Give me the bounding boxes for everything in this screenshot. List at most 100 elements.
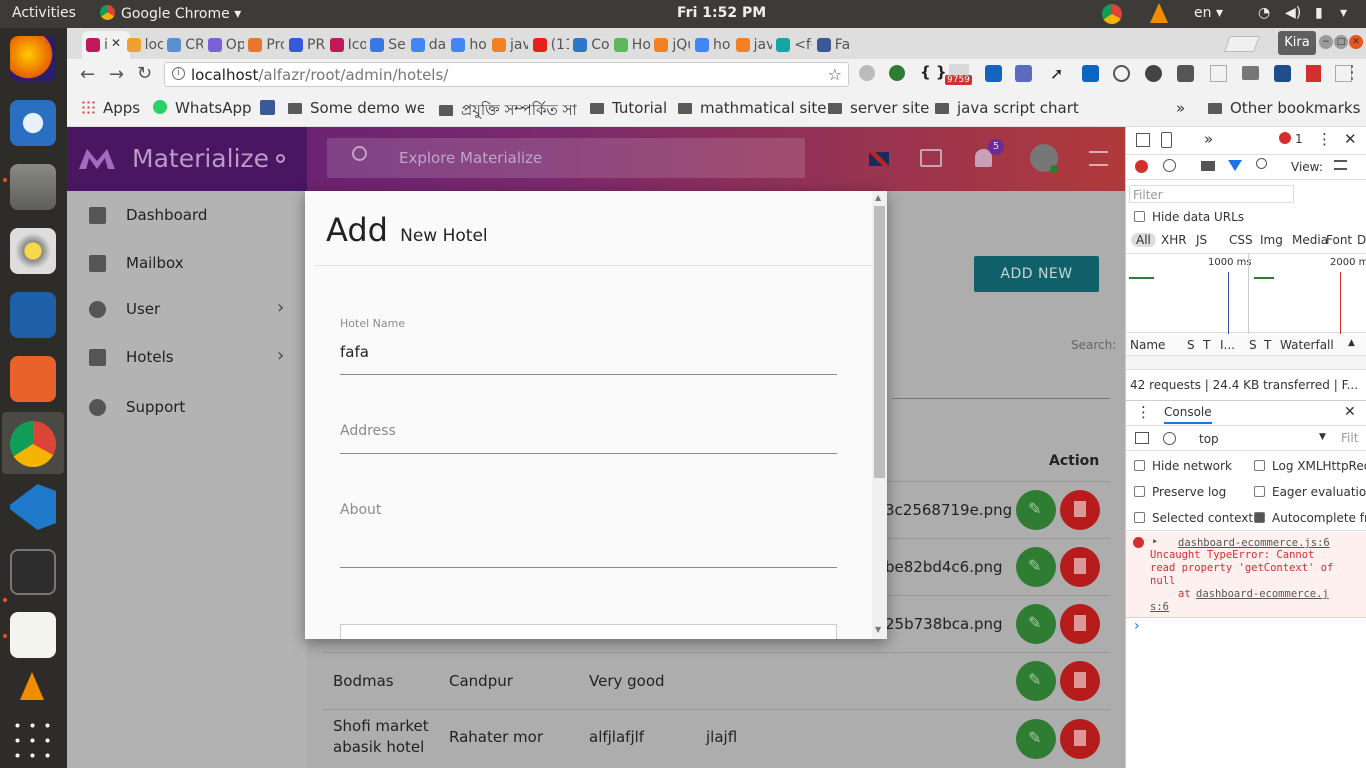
checkbox-checked[interactable] <box>1254 512 1265 523</box>
close-devtools-icon[interactable]: ✕ <box>1344 130 1357 148</box>
type-filter-all[interactable]: All <box>1131 233 1156 247</box>
chrome-tray-icon[interactable] <box>1102 4 1122 24</box>
selected-context-option[interactable]: Selected context <box>1134 511 1253 525</box>
bookmarks-overflow[interactable]: » <box>1176 99 1185 117</box>
editor-box[interactable] <box>340 624 837 639</box>
type-filter-font[interactable]: Font <box>1326 233 1352 247</box>
extension-chat-icon[interactable] <box>1177 65 1194 82</box>
close-tab-icon[interactable]: ✕ <box>111 36 121 50</box>
browser-tab[interactable]: <fo <box>772 31 812 59</box>
bookmark-some-demo[interactable]: Some demo web <box>288 99 424 117</box>
info-icon[interactable]: i <box>172 67 185 80</box>
software-icon[interactable] <box>10 356 56 402</box>
scrollbar-thumb[interactable] <box>874 206 885 478</box>
sort-ascending-icon[interactable]: ▲ <box>1348 338 1355 348</box>
drawer-menu-icon[interactable]: ⋮ <box>1136 403 1151 421</box>
record-icon[interactable] <box>1135 160 1148 173</box>
new-tab-button[interactable] <box>1224 36 1260 52</box>
wifi-icon[interactable]: ◔ <box>1258 5 1270 21</box>
maximize-icon[interactable]: □ <box>1334 35 1348 49</box>
star-icon[interactable]: ☆ <box>828 65 842 84</box>
browser-tab[interactable]: hov <box>447 31 487 59</box>
list-view-icon[interactable] <box>1334 160 1347 170</box>
browser-tab[interactable]: Ho <box>610 31 650 59</box>
filter-icon[interactable] <box>1228 160 1242 171</box>
edit-button[interactable]: ✎ <box>1016 719 1056 759</box>
checkbox[interactable] <box>1134 512 1145 523</box>
column-header[interactable]: Name <box>1130 338 1165 352</box>
vlc-tray-icon[interactable] <box>1150 3 1168 23</box>
thunderbird-icon[interactable] <box>10 100 56 146</box>
browser-tab[interactable]: Co <box>569 31 609 59</box>
vlc-icon[interactable] <box>20 672 44 700</box>
search-box[interactable]: Explore Materialize <box>327 138 805 178</box>
delete-button[interactable] <box>1060 661 1100 701</box>
edit-button[interactable]: ✎ <box>1016 661 1056 701</box>
console-prompt[interactable]: › <box>1134 618 1140 634</box>
column-header[interactable]: T <box>1264 338 1271 352</box>
browser-tab[interactable]: Op <box>204 31 244 59</box>
app-menu[interactable]: Google Chrome ▾ <box>100 5 241 22</box>
close-drawer-icon[interactable]: ✕ <box>1344 404 1356 420</box>
bookmark-facebook[interactable] <box>260 99 275 117</box>
extension-cursor-icon[interactable]: ➚ <box>1050 64 1063 83</box>
extension-box-icon[interactable] <box>1210 65 1227 82</box>
terminal-icon[interactable] <box>10 549 56 595</box>
type-filter-img[interactable]: Img <box>1260 233 1283 247</box>
activities-button[interactable]: Activities <box>12 5 76 21</box>
column-header[interactable]: Waterfall <box>1280 338 1334 352</box>
add-new-button[interactable]: ADD NEW <box>974 256 1099 292</box>
text-editor-icon[interactable] <box>10 612 56 658</box>
hide-network-option[interactable]: Hide network <box>1134 459 1232 473</box>
error-source-link[interactable]: dashboard-ecommerce.js:6 <box>1178 537 1330 549</box>
address-bar[interactable]: i localhost/alfazr/root/admin/hotels/ ☆ <box>164 62 849 87</box>
sidebar-item-hotels[interactable]: Hotels › <box>89 345 289 371</box>
browser-tab[interactable]: jav <box>732 31 772 59</box>
forward-icon[interactable]: → <box>109 64 124 85</box>
column-header[interactable]: I... <box>1220 338 1235 352</box>
vscode-icon[interactable] <box>10 484 56 530</box>
browser-tab[interactable]: Ico <box>326 31 366 59</box>
delete-button[interactable] <box>1060 719 1100 759</box>
extension-shield-icon[interactable] <box>1274 65 1291 82</box>
extension-globe-icon[interactable] <box>859 65 875 81</box>
browser-tab[interactable]: PR <box>285 31 325 59</box>
browser-tab[interactable]: Set <box>366 31 406 59</box>
filter-input[interactable]: Filter <box>1129 185 1294 203</box>
checkbox[interactable] <box>1134 211 1145 222</box>
inspect-icon[interactable] <box>1136 133 1150 147</box>
bookmark-math[interactable]: mathmatical site <box>678 99 827 117</box>
close-window-icon[interactable]: ✕ <box>1349 35 1363 49</box>
bookmark-server[interactable]: server site <box>828 99 929 117</box>
edit-button[interactable]: ✎ <box>1016 604 1056 644</box>
console-filter-input[interactable]: Filt <box>1341 431 1358 445</box>
firefox-icon[interactable] <box>10 36 56 82</box>
extension-bulb-icon[interactable] <box>1113 65 1130 82</box>
more-tabs-icon[interactable]: » <box>1204 130 1213 148</box>
browser-tab[interactable]: Pro <box>244 31 284 59</box>
browser-tab[interactable]: dat <box>407 31 447 59</box>
linkedin-icon[interactable] <box>1082 65 1099 82</box>
clock[interactable]: Fri 1:52 PM <box>677 5 766 21</box>
extension-translate-icon[interactable] <box>1015 65 1032 82</box>
writer-icon[interactable] <box>10 292 56 338</box>
eager-eval-option[interactable]: Eager evaluation <box>1254 485 1366 499</box>
fullscreen-icon[interactable] <box>920 149 942 167</box>
checkbox[interactable] <box>1134 460 1145 471</box>
column-header[interactable]: S <box>1249 338 1257 352</box>
sidebar-item-dashboard[interactable]: Dashboard <box>89 205 289 229</box>
error-stack-link[interactable]: dashboard-ecommerce.j <box>1196 588 1329 600</box>
clear-icon[interactable] <box>1163 159 1176 172</box>
hide-data-urls-option[interactable]: Hide data URLs <box>1134 210 1244 224</box>
devtools-menu-icon[interactable]: ⋮ <box>1317 130 1332 148</box>
edit-button[interactable]: ✎ <box>1016 490 1056 530</box>
browser-tab[interactable]: jav <box>488 31 528 59</box>
browser-tab[interactable]: CR <box>163 31 203 59</box>
column-header[interactable]: S <box>1187 338 1195 352</box>
rhythmbox-icon[interactable] <box>10 228 56 274</box>
scroll-down-icon[interactable]: ▼ <box>875 625 881 634</box>
expand-arrow-icon[interactable]: ▸ <box>1152 535 1158 547</box>
extension-quote-icon[interactable] <box>889 65 905 81</box>
checkbox[interactable] <box>1254 460 1265 471</box>
volume-icon[interactable]: ◀) <box>1285 5 1301 21</box>
